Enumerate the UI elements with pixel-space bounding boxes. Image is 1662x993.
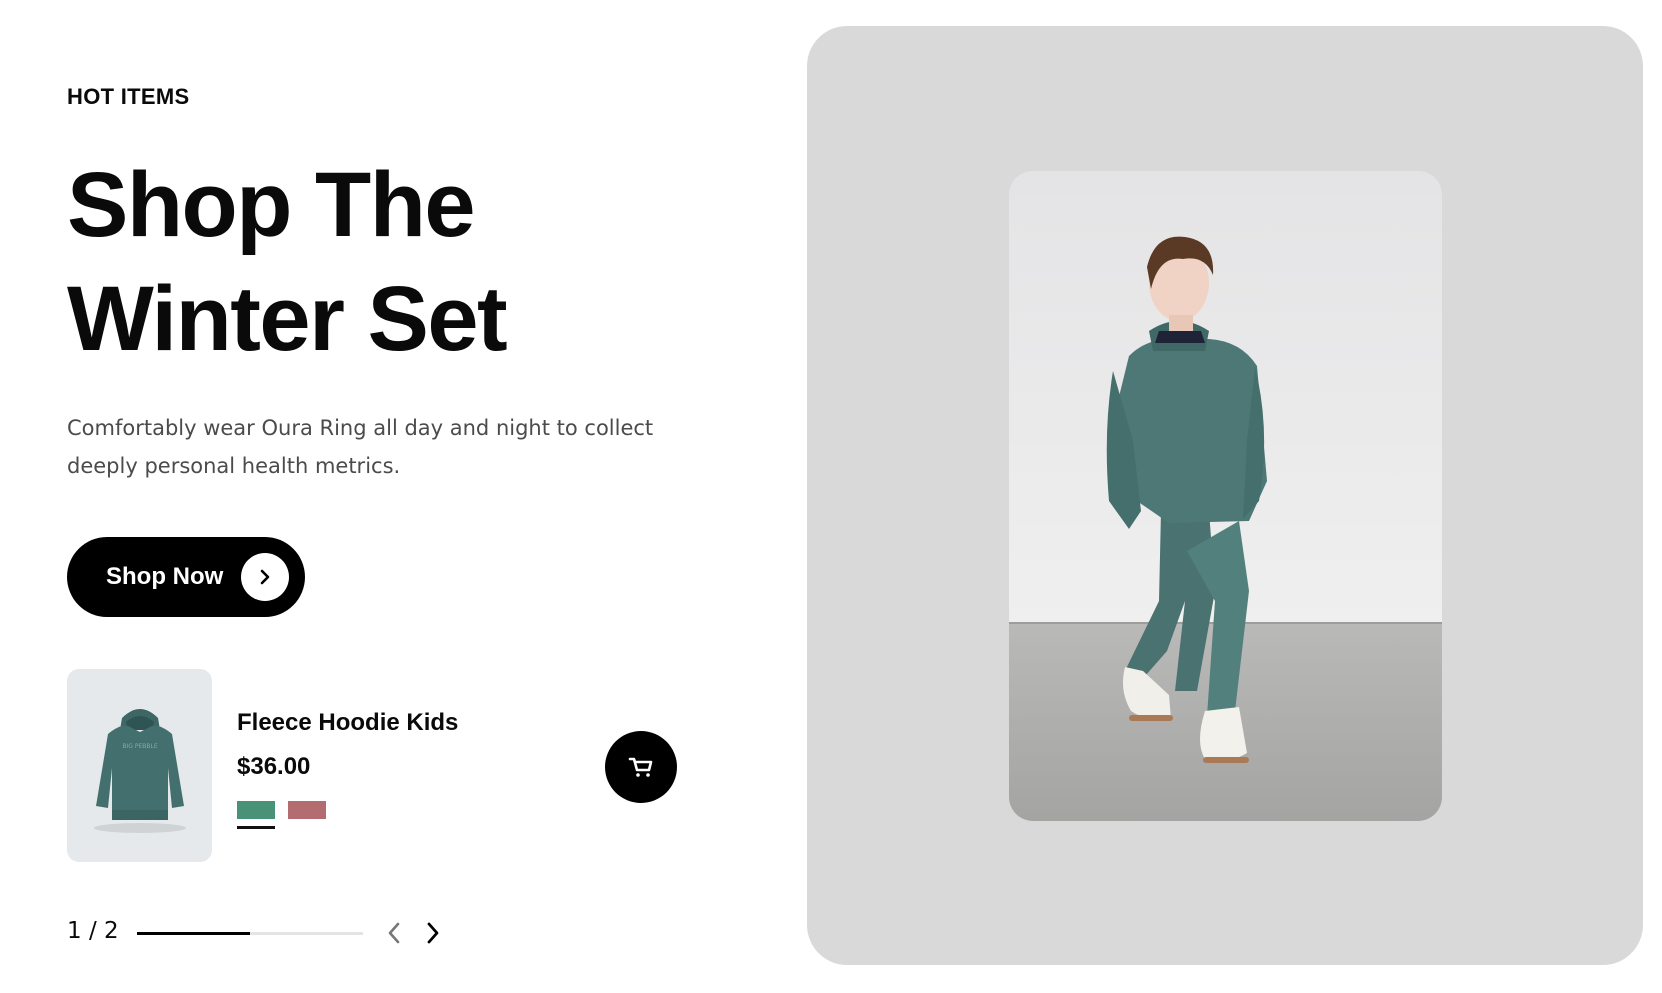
next-slide-button[interactable]	[419, 918, 447, 948]
headline-line-2: Winter Set	[67, 268, 508, 370]
chevron-right-icon	[241, 553, 289, 601]
hero-section: HOT ITEMS Shop The Winter Set Comfortabl…	[67, 0, 707, 993]
add-to-cart-button[interactable]	[605, 731, 677, 803]
chevron-left-icon	[388, 922, 400, 944]
product-name: Fleece Hoodie Kids	[237, 709, 459, 736]
shop-now-button[interactable]: Shop Now	[67, 537, 305, 617]
page-indicator: 1 / 2	[67, 918, 119, 944]
hoodie-image: BIG PEBBLE	[93, 708, 186, 833]
page-title: Shop The Winter Set	[67, 148, 508, 376]
svg-text:BIG PEBBLE: BIG PEBBLE	[122, 743, 157, 750]
swatch-green[interactable]	[237, 801, 275, 819]
carousel-pager: 1 / 2	[67, 918, 487, 948]
selected-swatch-indicator	[237, 826, 275, 829]
progress-fill	[137, 932, 250, 935]
cart-icon	[628, 757, 653, 777]
prev-slide-button[interactable]	[380, 918, 408, 948]
eyebrow-label: HOT ITEMS	[67, 84, 190, 109]
product-thumbnail[interactable]: BIG PEBBLE	[67, 669, 212, 862]
shop-now-label: Shop Now	[106, 563, 224, 590]
boy-in-tracksuit-image	[1009, 171, 1442, 821]
headline-line-1: Shop The	[67, 154, 476, 256]
product-card: BIG PEBBLE Fleece Hoodie Kids $36.00	[67, 669, 677, 862]
product-price: $36.00	[237, 753, 311, 780]
hero-description: Comfortably wear Oura Ring all day and n…	[67, 416, 654, 478]
progress-track	[137, 932, 363, 935]
model-photo	[1009, 171, 1442, 821]
swatch-red[interactable]	[288, 801, 326, 819]
hero-image-panel	[807, 26, 1643, 965]
chevron-right-icon	[427, 922, 439, 944]
